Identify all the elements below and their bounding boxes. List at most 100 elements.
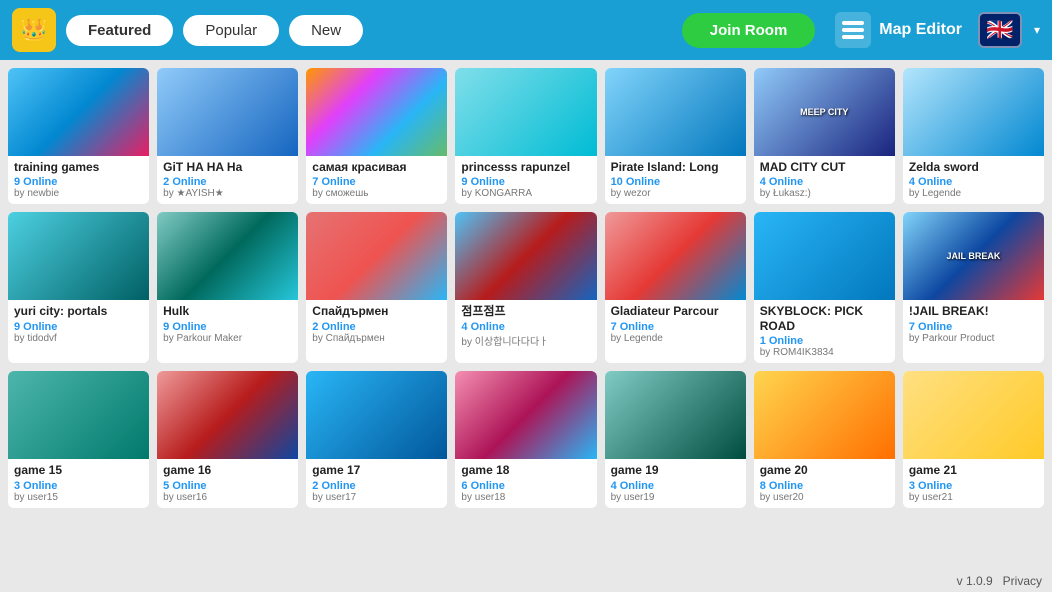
game-online-count: 3 Online xyxy=(909,480,1038,492)
game-card[interactable]: 점프점프 4 Online by 이상합니다다다ㅏ xyxy=(455,212,596,363)
privacy-link[interactable]: Privacy xyxy=(1003,574,1042,588)
game-author: by сможешь xyxy=(312,188,441,199)
game-title: princesss rapunzel xyxy=(461,160,590,174)
game-info: training games 9 Online by newbie xyxy=(8,156,149,204)
game-author: by Parkour Maker xyxy=(163,333,292,344)
game-online-count: 4 Online xyxy=(760,176,889,188)
game-card[interactable]: самая красивая 7 Online by сможешь xyxy=(306,68,447,204)
game-card[interactable]: Hulk 9 Online by Parkour Maker xyxy=(157,212,298,363)
map-editor-area: Map Editor xyxy=(835,12,962,48)
game-thumbnail xyxy=(8,371,149,459)
game-info: game 18 6 Online by user18 xyxy=(455,459,596,507)
game-thumbnail xyxy=(306,212,447,300)
game-online-count: 3 Online xyxy=(14,480,143,492)
game-card[interactable]: game 16 5 Online by user16 xyxy=(157,371,298,507)
game-info: Gladiateur Parcour 7 Online by Legende xyxy=(605,300,746,348)
game-online-count: 7 Online xyxy=(312,176,441,188)
game-title: Hulk xyxy=(163,304,292,318)
game-thumbnail xyxy=(157,371,298,459)
game-card[interactable]: game 19 4 Online by user19 xyxy=(605,371,746,507)
game-thumbnail xyxy=(605,212,746,300)
game-online-count: 7 Online xyxy=(611,321,740,333)
game-online-count: 9 Online xyxy=(163,321,292,333)
game-info: Zelda sword 4 Online by Legende xyxy=(903,156,1044,204)
game-card[interactable]: JAIL BREAK !JAIL BREAK! 7 Online by Park… xyxy=(903,212,1044,363)
game-thumbnail xyxy=(903,371,1044,459)
game-info: MAD CITY CUT 4 Online by Łukasz:) xyxy=(754,156,895,204)
game-title: Zelda sword xyxy=(909,160,1038,174)
game-thumbnail: JAIL BREAK xyxy=(903,212,1044,300)
game-online-count: 2 Online xyxy=(312,321,441,333)
game-info: GiT HA HA Ha 2 Online by ★AYISH★ xyxy=(157,156,298,204)
game-online-count: 1 Online xyxy=(760,335,889,347)
game-author: by newbie xyxy=(14,188,143,199)
game-card[interactable]: game 20 8 Online by user20 xyxy=(754,371,895,507)
layers-icon[interactable] xyxy=(835,12,871,48)
game-thumbnail xyxy=(455,212,596,300)
game-card[interactable]: game 21 3 Online by user21 xyxy=(903,371,1044,507)
game-card[interactable]: MEEP CITY MAD CITY CUT 4 Online by Łukas… xyxy=(754,68,895,204)
game-online-count: 7 Online xyxy=(909,321,1038,333)
game-card[interactable]: game 18 6 Online by user18 xyxy=(455,371,596,507)
game-thumbnail xyxy=(605,371,746,459)
game-info: Спайдърмен 2 Online by Спайдърмен xyxy=(306,300,447,348)
game-online-count: 9 Online xyxy=(14,321,143,333)
game-thumbnail xyxy=(754,371,895,459)
game-info: game 20 8 Online by user20 xyxy=(754,459,895,507)
map-editor-label: Map Editor xyxy=(879,21,962,39)
game-title: game 18 xyxy=(461,463,590,477)
game-info: game 21 3 Online by user21 xyxy=(903,459,1044,507)
game-thumbnail: MEEP CITY xyxy=(754,68,895,156)
nav-featured[interactable]: Featured xyxy=(66,15,173,46)
game-author: by Łukasz:) xyxy=(760,188,889,199)
game-card[interactable]: Спайдърмен 2 Online by Спайдърмен xyxy=(306,212,447,363)
game-thumbnail xyxy=(8,212,149,300)
version-label: v 1.0.9 xyxy=(957,574,993,588)
game-thumbnail xyxy=(306,68,447,156)
game-title: game 19 xyxy=(611,463,740,477)
game-author: by user18 xyxy=(461,492,590,503)
game-card[interactable]: game 15 3 Online by user15 xyxy=(8,371,149,507)
game-title: Gladiateur Parcour xyxy=(611,304,740,318)
game-info: game 15 3 Online by user15 xyxy=(8,459,149,507)
crown-icon[interactable]: 👑 xyxy=(12,8,56,52)
game-online-count: 4 Online xyxy=(461,321,590,333)
language-dropdown-arrow[interactable]: ▾ xyxy=(1034,23,1040,37)
game-card[interactable]: princesss rapunzel 9 Online by KONGARRA xyxy=(455,68,596,204)
game-online-count: 9 Online xyxy=(461,176,590,188)
game-card[interactable]: yuri city: portals 9 Online by tidodvf xyxy=(8,212,149,363)
nav-new[interactable]: New xyxy=(289,15,363,46)
game-online-count: 8 Online xyxy=(760,480,889,492)
game-online-count: 9 Online xyxy=(14,176,143,188)
game-title: game 15 xyxy=(14,463,143,477)
game-title: game 21 xyxy=(909,463,1038,477)
game-title: MAD CITY CUT xyxy=(760,160,889,174)
game-author: by user17 xyxy=(312,492,441,503)
game-author: by user19 xyxy=(611,492,740,503)
game-title: training games xyxy=(14,160,143,174)
game-card[interactable]: Gladiateur Parcour 7 Online by Legende xyxy=(605,212,746,363)
game-title: !JAIL BREAK! xyxy=(909,304,1038,318)
game-thumbnail xyxy=(455,371,596,459)
game-card[interactable]: Pirate Island: Long 10 Online by wezor xyxy=(605,68,746,204)
game-info: Pirate Island: Long 10 Online by wezor xyxy=(605,156,746,204)
game-card[interactable]: training games 9 Online by newbie xyxy=(8,68,149,204)
game-title: Спайдърмен xyxy=(312,304,441,318)
game-author: by ROM4IK3834 xyxy=(760,347,889,358)
join-room-button[interactable]: Join Room xyxy=(682,13,816,48)
game-title: yuri city: portals xyxy=(14,304,143,318)
game-author: by Legende xyxy=(611,333,740,344)
game-info: 점프점프 4 Online by 이상합니다다다ㅏ xyxy=(455,300,596,352)
game-info: самая красивая 7 Online by сможешь xyxy=(306,156,447,204)
game-title: 점프점프 xyxy=(461,304,590,318)
game-card[interactable]: GiT HA HA Ha 2 Online by ★AYISH★ xyxy=(157,68,298,204)
game-card[interactable]: SKYBLOCK: PICK ROAD 1 Online by ROM4IK38… xyxy=(754,212,895,363)
nav-popular[interactable]: Popular xyxy=(183,15,279,46)
header: 👑 Featured Popular New Join Room Map Edi… xyxy=(0,0,1052,60)
game-title: GiT HA HA Ha xyxy=(163,160,292,174)
game-card[interactable]: game 17 2 Online by user17 xyxy=(306,371,447,507)
language-flag[interactable] xyxy=(978,12,1022,48)
game-card[interactable]: Zelda sword 4 Online by Legende xyxy=(903,68,1044,204)
game-author: by Спайдърмен xyxy=(312,333,441,344)
game-title: SKYBLOCK: PICK ROAD xyxy=(760,304,889,333)
